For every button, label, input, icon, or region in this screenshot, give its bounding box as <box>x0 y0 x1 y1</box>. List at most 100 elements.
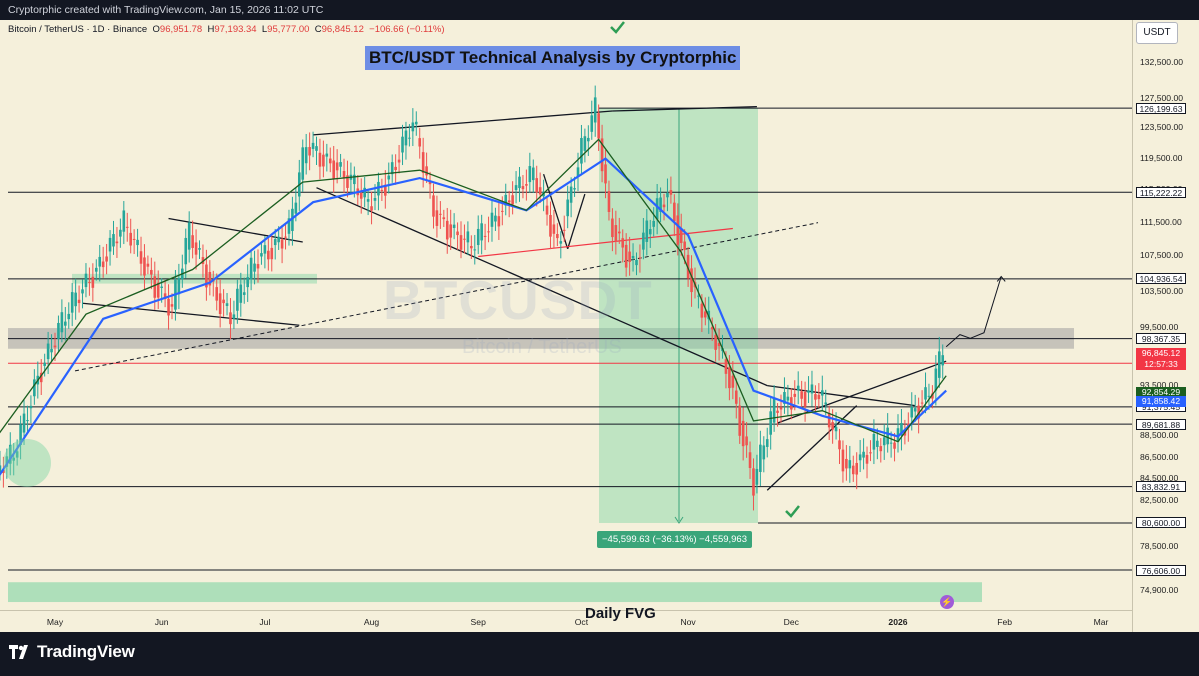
candle-body <box>108 237 112 252</box>
candle-body <box>734 390 738 404</box>
level-price-label: 115,222.22 <box>1136 186 1186 198</box>
candle-body <box>669 190 673 195</box>
price-tick: 86,500.00 <box>1140 451 1179 462</box>
candle-body <box>136 239 139 246</box>
candle-body <box>225 303 229 306</box>
candle-body <box>858 454 862 461</box>
check-icon <box>785 505 800 518</box>
candle-body <box>731 375 735 388</box>
current-price-label: 96,845.12 <box>1136 347 1186 359</box>
candle-body <box>98 256 102 267</box>
candle-body <box>191 235 194 248</box>
time-tick: Sep <box>470 617 486 627</box>
footer-bar: TradingView <box>0 632 1199 676</box>
level-price-label: 98,367.35 <box>1136 333 1186 345</box>
candle-body <box>834 426 838 432</box>
candle-body <box>284 236 287 238</box>
candle-body <box>273 239 277 246</box>
candle-body <box>315 146 318 151</box>
candle-body <box>796 385 800 391</box>
chart-frame[interactable]: BTCUSDT Bitcoin / TetherUS Bitcoin / Tet… <box>0 20 1199 632</box>
symbol-name: Bitcoin / TetherUS · 1D · Binance <box>8 24 148 35</box>
candle-body <box>229 312 232 325</box>
candle-body <box>872 433 876 450</box>
candle-body <box>838 440 841 450</box>
candle-body <box>70 292 74 313</box>
candle-body <box>597 113 600 139</box>
candle-body <box>779 407 783 410</box>
tradingview-icon <box>9 645 28 659</box>
candle-body <box>487 231 490 233</box>
candle-body <box>745 436 748 446</box>
candle-body <box>549 215 552 237</box>
candle-body <box>184 237 188 265</box>
candle-body <box>480 223 483 241</box>
brand-name: TradingView <box>37 642 135 661</box>
candle-body <box>122 210 126 232</box>
price-tick: 82,500.00 <box>1140 495 1179 506</box>
candle-body <box>824 402 828 405</box>
price-tick: 78,500.00 <box>1140 541 1179 552</box>
candle-body <box>322 154 325 167</box>
candle-body <box>267 250 270 260</box>
candle-body <box>800 391 803 399</box>
candle-body <box>714 335 717 350</box>
fvg-zone <box>8 582 982 603</box>
candle-body <box>507 200 511 203</box>
candle-body <box>115 241 119 244</box>
price-tick: 132,500.00 <box>1140 57 1184 67</box>
candle-body <box>934 368 938 391</box>
candle-body <box>580 137 583 164</box>
close-value: 96,845.12 <box>321 24 364 35</box>
candle-body <box>236 288 239 311</box>
candle-body <box>531 167 535 181</box>
candle-body <box>882 437 886 446</box>
candle-body <box>146 263 150 267</box>
currency-button[interactable]: USDT <box>1136 22 1178 44</box>
candle-body <box>308 147 311 156</box>
candle-body <box>514 185 518 191</box>
price-tick: 74,900.00 <box>1140 584 1179 595</box>
candle-body <box>246 277 249 288</box>
candle-body <box>459 235 463 250</box>
candle-body <box>704 311 707 318</box>
level-price-label: 126,199.63 <box>1136 102 1186 114</box>
annotation-title: BTC/USDT Technical Analysis by Cryptorph… <box>365 46 741 70</box>
candle-body <box>466 231 470 243</box>
candle-body <box>105 256 108 262</box>
candle-body <box>139 251 143 264</box>
candle-body <box>425 166 428 176</box>
candle-body <box>776 410 779 413</box>
ohlc-legend: Bitcoin / TetherUS · 1D · Binance O96,95… <box>8 24 445 35</box>
candle-body <box>404 130 408 146</box>
candle-body <box>473 249 477 251</box>
candle-body <box>263 245 267 254</box>
candle-body <box>862 451 865 458</box>
candle-body <box>521 186 525 190</box>
candle-body <box>552 224 556 234</box>
candle-body <box>624 244 628 268</box>
candle-body <box>483 235 487 237</box>
candle-body <box>150 269 153 275</box>
candle-body <box>583 136 587 151</box>
candle-body <box>604 164 607 184</box>
candle-body <box>920 402 924 404</box>
candle-body <box>125 226 129 228</box>
lightning-icon[interactable]: ⚡ <box>940 595 954 609</box>
tradingview-logo[interactable]: TradingView <box>9 642 135 662</box>
candle-body <box>445 220 449 240</box>
candle-body <box>786 396 790 401</box>
candle-body <box>937 351 941 378</box>
candle-body <box>339 162 342 167</box>
price-tick: 119,500.00 <box>1140 152 1183 163</box>
candle-body <box>311 142 315 149</box>
price-tick: 103,500.00 <box>1140 285 1184 296</box>
candle-body <box>470 245 473 249</box>
candle-body <box>242 292 246 295</box>
time-tick: Jun <box>154 617 169 627</box>
candle-body <box>43 362 46 366</box>
close-label: C <box>314 24 322 35</box>
candle-body <box>628 251 631 262</box>
candle-body <box>869 452 872 454</box>
candle-body <box>865 454 869 464</box>
